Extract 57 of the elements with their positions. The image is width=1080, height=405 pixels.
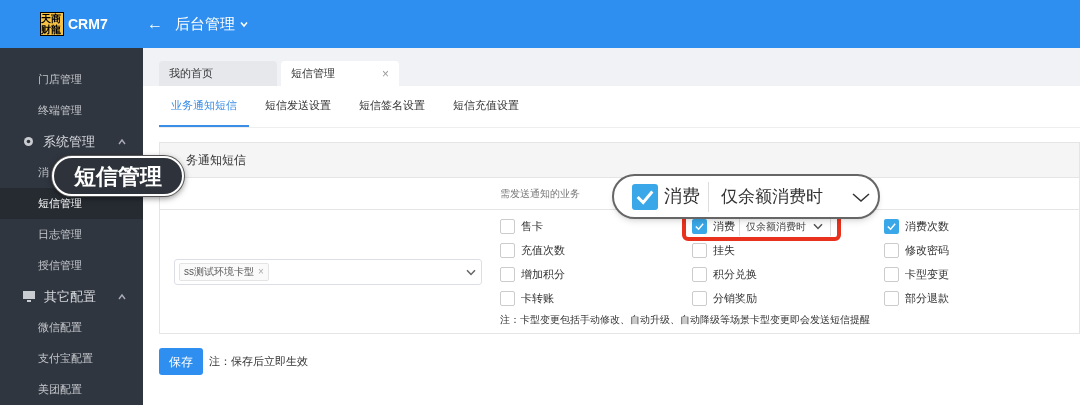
checkbox-option[interactable]: 卡转账	[500, 289, 554, 307]
checkbox[interactable]	[884, 218, 899, 234]
sub-tab[interactable]: 业务通知短信	[159, 85, 249, 127]
menu-group[interactable]: 其它配置	[0, 281, 143, 312]
checkbox-option[interactable]: 售卡	[500, 217, 543, 235]
menu-group[interactable]: 系统管理	[0, 126, 143, 157]
zoom-label: 消费	[664, 181, 709, 212]
tag: ss测试环境卡型 ×	[179, 262, 269, 281]
sub-tab[interactable]: 短信充值设置	[441, 85, 531, 127]
checkbox-option[interactable]: 修改密码	[884, 241, 949, 259]
chevron-down-icon	[239, 19, 249, 29]
page-tab[interactable]: 我的首页	[159, 61, 277, 86]
checkbox-option[interactable]: 消费次数	[884, 217, 949, 235]
checkbox-option[interactable]: 分销奖励	[692, 289, 757, 307]
checkbox-option[interactable]: 卡型变更	[884, 265, 949, 283]
panel-title: 务通知短信	[160, 143, 1079, 178]
column-header: 需发送通知的业务	[500, 187, 580, 201]
zoom-value: 仅余额消费时	[721, 185, 823, 208]
checkbox-option[interactable]: 积分兑换	[692, 265, 757, 283]
checkbox[interactable]	[500, 266, 515, 282]
checkbox[interactable]	[500, 218, 515, 234]
checkbox[interactable]	[884, 242, 899, 258]
sidebar-item[interactable]: 短信管理	[38, 195, 82, 212]
sidebar-item[interactable]: 门店管理	[38, 71, 82, 88]
checkbox[interactable]	[692, 266, 707, 282]
sub-tab[interactable]: 短信发送设置	[253, 85, 343, 127]
checkbox[interactable]	[884, 290, 899, 306]
sidebar-item[interactable]: 授信管理	[38, 257, 82, 274]
checkbox[interactable]	[692, 242, 707, 258]
sidebar-item[interactable]: 微信配置	[38, 319, 82, 336]
gear-icon	[22, 135, 35, 148]
sidebar-item[interactable]: 终端管理	[38, 102, 82, 119]
footer-note: 注：保存后立即生效	[209, 354, 308, 370]
app-name: CRM7	[68, 14, 108, 34]
checkbox-option[interactable]: 部分退款	[884, 289, 949, 307]
monitor-icon	[22, 290, 36, 303]
sidebar-item[interactable]: 美团配置	[38, 381, 82, 398]
logo: 天商财龍	[40, 12, 64, 36]
callout-label: 短信管理	[52, 156, 184, 196]
sub-tab[interactable]: 短信签名设置	[347, 85, 437, 127]
sidebar-item[interactable]: 消	[38, 164, 49, 181]
checkbox[interactable]	[884, 266, 899, 282]
sidebar-item[interactable]: 日志管理	[38, 226, 82, 243]
page-tab[interactable]: 短信管理 ×	[281, 61, 399, 86]
checkbox[interactable]	[692, 290, 707, 306]
checkmark-icon	[886, 220, 897, 232]
checkbox[interactable]	[500, 290, 515, 306]
sidebar-item[interactable]: 支付宝配置	[38, 350, 93, 367]
note-text: 注：卡型变更包括手动修改、自动升级、自动降级等场景卡型变更即会发送短信提醒	[500, 313, 871, 327]
checkbox-option[interactable]: 增加积分	[500, 265, 565, 283]
checkbox[interactable]	[500, 242, 515, 258]
card-type-select[interactable]: ss测试环境卡型 ×	[174, 258, 482, 285]
checkbox-option[interactable]: 充值次数	[500, 241, 565, 259]
checkmark-icon	[694, 220, 705, 232]
checkbox[interactable]	[632, 183, 658, 210]
checkbox-option[interactable]: 消费	[692, 217, 735, 235]
checkbox-option[interactable]: 挂失	[692, 241, 735, 259]
